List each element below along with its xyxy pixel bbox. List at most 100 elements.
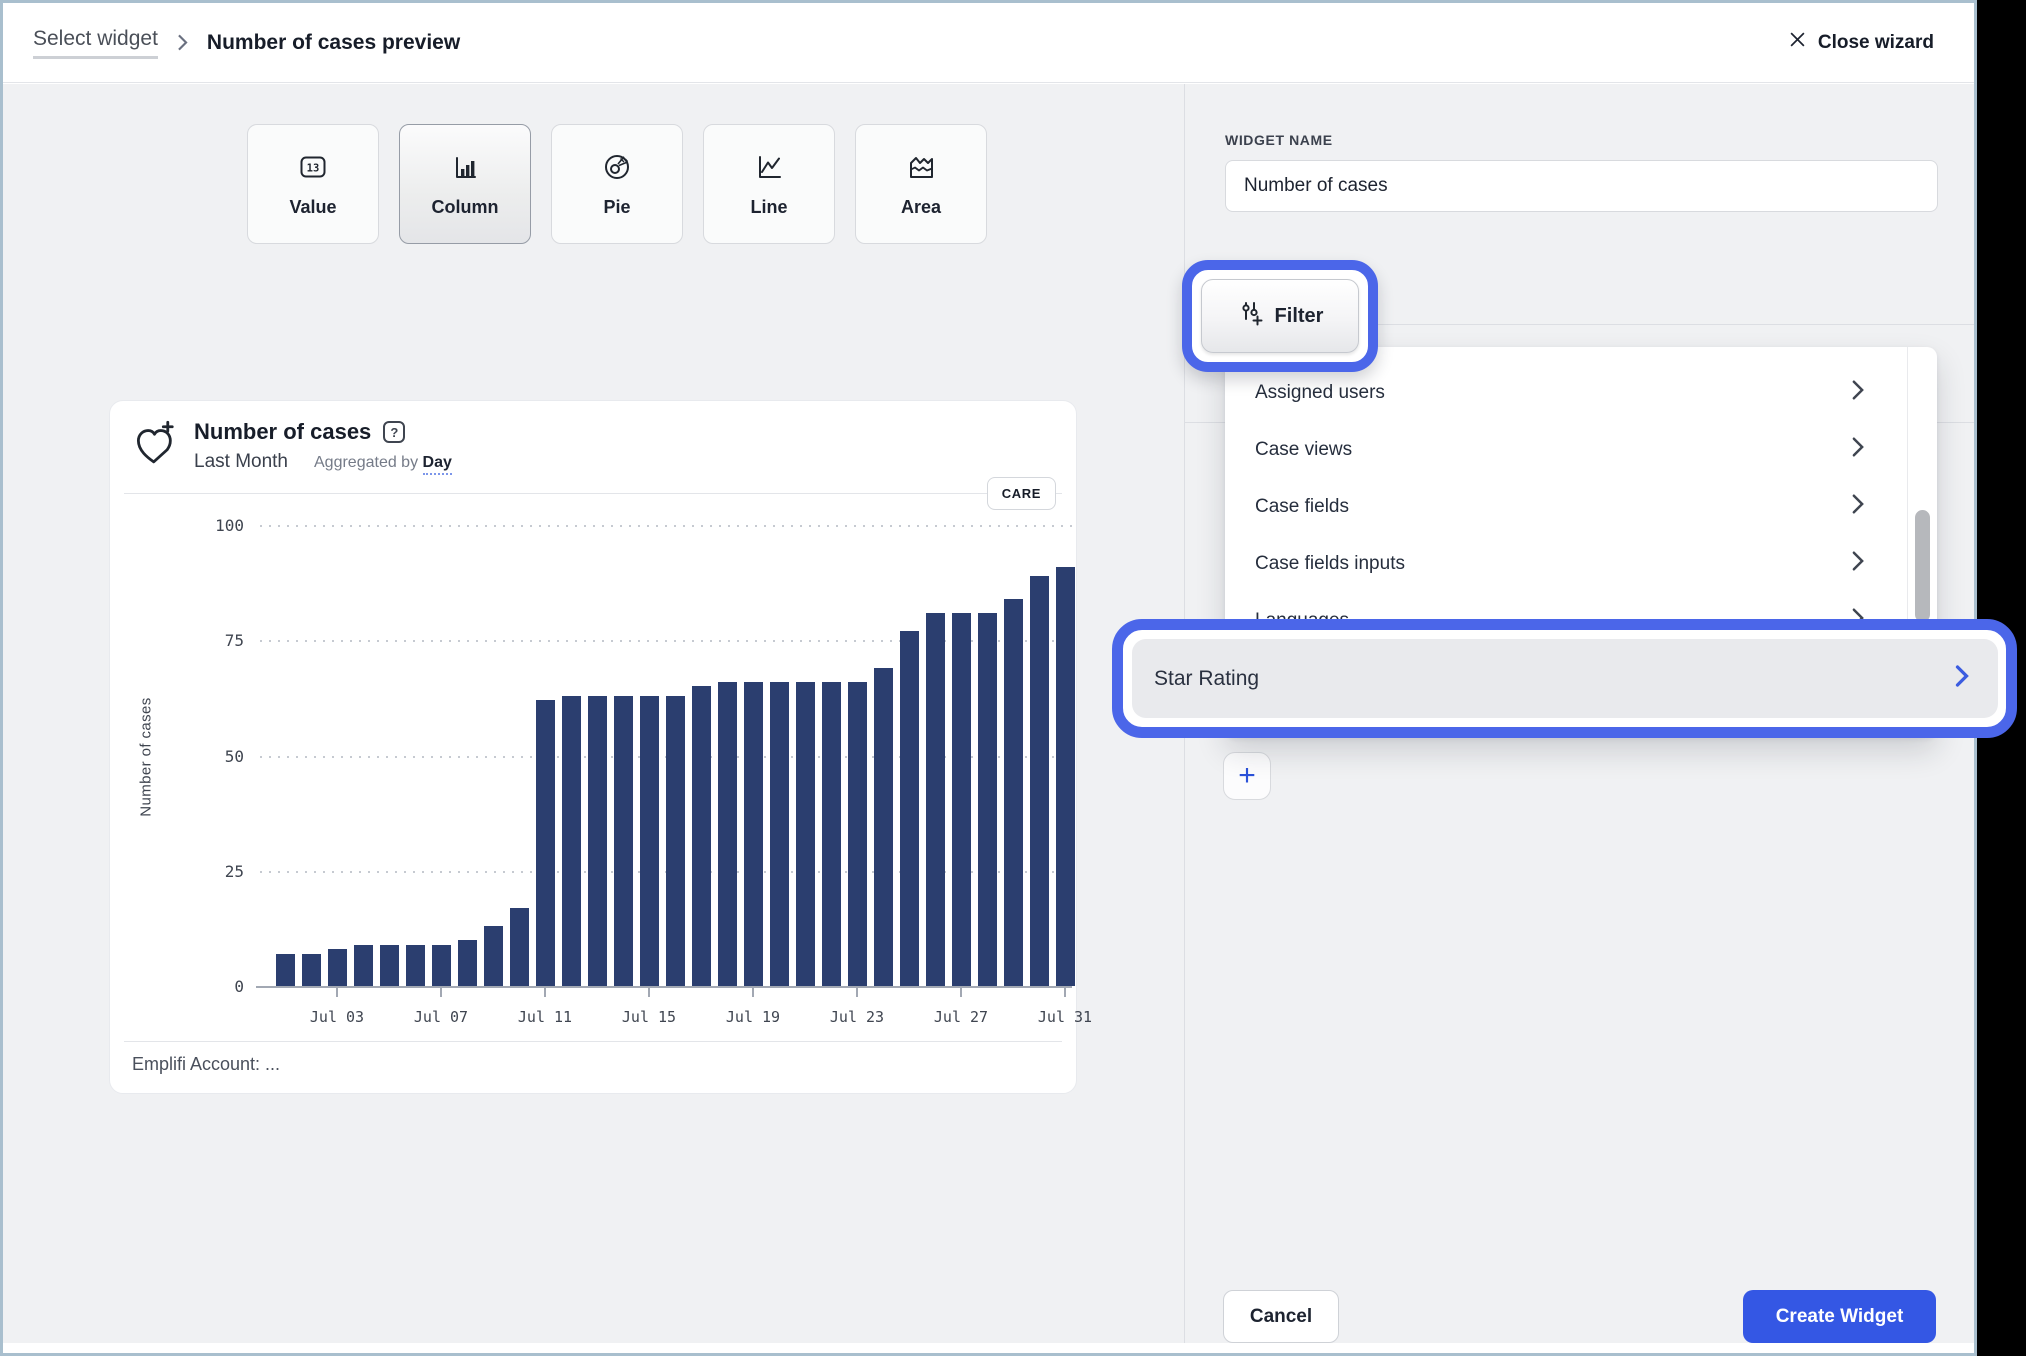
wizard-content: 13 Value Column Pie Line Area Number of cases bbox=[3, 84, 2017, 1353]
filter-option-case-views[interactable]: Case views bbox=[1225, 421, 1937, 478]
widget-name-input[interactable] bbox=[1225, 160, 1938, 212]
filter-button-label: Filter bbox=[1274, 304, 1324, 327]
chart-type-area[interactable]: Area bbox=[855, 124, 987, 244]
bar-jul-17 bbox=[691, 686, 711, 986]
bar-jul-01 bbox=[275, 953, 295, 986]
aggregation-info: Aggregated by Day bbox=[314, 454, 452, 475]
x-tick-mark bbox=[336, 988, 338, 997]
bar-jul-14 bbox=[613, 695, 633, 986]
screenshot-canvas: Select widget Number of cases preview Cl… bbox=[0, 0, 2026, 1356]
y-tick-label: 25 bbox=[224, 861, 244, 881]
filter-highlight-annotation: Filter bbox=[1182, 260, 1378, 372]
window-bottom-strip bbox=[3, 1343, 1974, 1353]
chart-type-label: Value bbox=[289, 196, 337, 217]
bar-jul-08 bbox=[457, 939, 477, 986]
bar-jul-25 bbox=[899, 631, 919, 986]
y-tick-label: 50 bbox=[224, 746, 244, 766]
bar-jul-02 bbox=[301, 953, 321, 986]
bar-jul-15 bbox=[639, 695, 659, 986]
settings-panel: WIDGET NAME Assigned users Case views Case… bbox=[1112, 84, 2017, 1353]
breadcrumb-select-widget[interactable]: Select widget bbox=[33, 27, 158, 59]
svg-text:13: 13 bbox=[307, 162, 320, 174]
x-tick-mark bbox=[648, 988, 650, 997]
bar-jul-22 bbox=[821, 681, 841, 986]
chart-type-value[interactable]: 13 Value bbox=[247, 124, 379, 244]
x-tick-label: Jul 19 bbox=[725, 1008, 781, 1026]
chevron-right-icon bbox=[1851, 550, 1865, 578]
page-title: Number of cases preview bbox=[206, 30, 461, 54]
help-icon[interactable]: ? bbox=[383, 421, 406, 443]
preview-area: 13 Value Column Pie Line Area Number of cases bbox=[3, 84, 1184, 1353]
bar-jul-05 bbox=[379, 944, 399, 986]
chart-type-line[interactable]: Line bbox=[703, 124, 835, 244]
breadcrumb: Select widget Number of cases preview bbox=[33, 27, 460, 59]
card-footer-divider bbox=[124, 1041, 1062, 1042]
aggregated-by-label: Aggregated by bbox=[314, 454, 419, 471]
x-tick-label: Jul 15 bbox=[621, 1008, 677, 1026]
widget-preview-card: Number of cases ? Last Month Aggregated … bbox=[109, 400, 1093, 1094]
bar-jul-10 bbox=[509, 907, 529, 986]
bar-jul-27 bbox=[951, 612, 971, 986]
bar-jul-16 bbox=[665, 695, 685, 986]
wizard-window: Select widget Number of cases preview Cl… bbox=[0, 0, 2017, 1356]
x-tick-label: Jul 11 bbox=[517, 1008, 573, 1026]
account-footer: Emplifi Account: ... bbox=[132, 1054, 281, 1074]
bar-jul-24 bbox=[873, 667, 893, 986]
chevron-right-icon bbox=[1954, 664, 1970, 694]
create-widget-button[interactable]: Create Widget bbox=[1743, 1290, 1936, 1343]
filter-option-case-fields[interactable]: Case fields bbox=[1225, 478, 1937, 535]
add-filter-button[interactable]: + bbox=[1223, 752, 1271, 800]
close-icon bbox=[1789, 31, 1806, 54]
y-tick-label: 0 bbox=[234, 977, 244, 996]
bar-jul-26 bbox=[925, 612, 945, 986]
bar-chart: Number of cases 0 25 50 75 100 Jul 03 Jul 07 Ju… bbox=[138, 516, 1093, 1026]
bar-jul-30 bbox=[1029, 575, 1049, 986]
x-tick-mark bbox=[752, 988, 754, 997]
filter-sliders-icon bbox=[1237, 299, 1265, 333]
widget-name-label: WIDGET NAME bbox=[1225, 132, 1333, 148]
close-wizard-label: Close wizard bbox=[1817, 31, 1934, 53]
bar-jul-04 bbox=[353, 944, 373, 986]
bar-jul-03 bbox=[327, 949, 347, 986]
care-heart-icon bbox=[132, 419, 178, 474]
aggregation-value[interactable]: Day bbox=[422, 454, 452, 475]
card-header-divider bbox=[124, 493, 1062, 494]
scrollbar-thumb[interactable] bbox=[1915, 510, 1930, 622]
chart-type-pie[interactable]: Pie bbox=[551, 124, 683, 244]
wizard-topbar: Select widget Number of cases preview Cl… bbox=[3, 3, 1974, 83]
x-tick-mark bbox=[1064, 988, 1066, 997]
close-wizard-button[interactable]: Close wizard bbox=[1789, 31, 1934, 54]
chevron-right-icon bbox=[1851, 436, 1865, 464]
chart-type-selector: 13 Value Column Pie Line Area bbox=[247, 124, 987, 244]
bar-jul-31 bbox=[1055, 566, 1075, 986]
filter-option-assigned-users[interactable]: Assigned users bbox=[1225, 364, 1937, 421]
card-header: Number of cases ? Last Month Aggregated … bbox=[132, 419, 452, 475]
x-axis-line bbox=[256, 986, 1072, 988]
x-tick-label: Jul 03 bbox=[309, 1008, 365, 1026]
filter-option-label: Assigned users bbox=[1255, 381, 1385, 403]
filter-options-list: Assigned users Case views Case fields Case … bbox=[1225, 364, 1937, 649]
bar-jul-29 bbox=[1003, 598, 1023, 986]
filter-option-label: Case fields inputs bbox=[1255, 552, 1405, 574]
x-tick-mark bbox=[960, 988, 962, 997]
bar-jul-06 bbox=[405, 944, 425, 986]
value-icon: 13 bbox=[296, 151, 330, 188]
chevron-right-icon bbox=[176, 33, 189, 52]
area-icon bbox=[904, 151, 938, 188]
chart-type-label: Area bbox=[900, 196, 942, 217]
filter-button[interactable]: Filter bbox=[1201, 279, 1359, 353]
chart-type-column[interactable]: Column bbox=[399, 124, 531, 244]
cancel-button[interactable]: Cancel bbox=[1223, 1290, 1339, 1343]
x-tick-mark bbox=[856, 988, 858, 997]
filter-option-label: Case views bbox=[1255, 438, 1353, 460]
star-rating-highlight-annotation: Star Rating bbox=[1112, 619, 2017, 738]
bar-jul-21 bbox=[795, 681, 815, 986]
bar-jul-19 bbox=[743, 681, 763, 986]
filter-option-star-rating[interactable]: Star Rating bbox=[1132, 639, 1998, 718]
chart-type-label: Pie bbox=[603, 196, 631, 217]
card-titles: Number of cases ? Last Month Aggregated … bbox=[194, 419, 452, 475]
filter-option-case-fields-inputs[interactable]: Case fields inputs bbox=[1225, 535, 1937, 592]
pie-icon bbox=[600, 151, 634, 188]
x-tick-label: Jul 23 bbox=[829, 1008, 885, 1026]
line-icon bbox=[752, 151, 786, 188]
